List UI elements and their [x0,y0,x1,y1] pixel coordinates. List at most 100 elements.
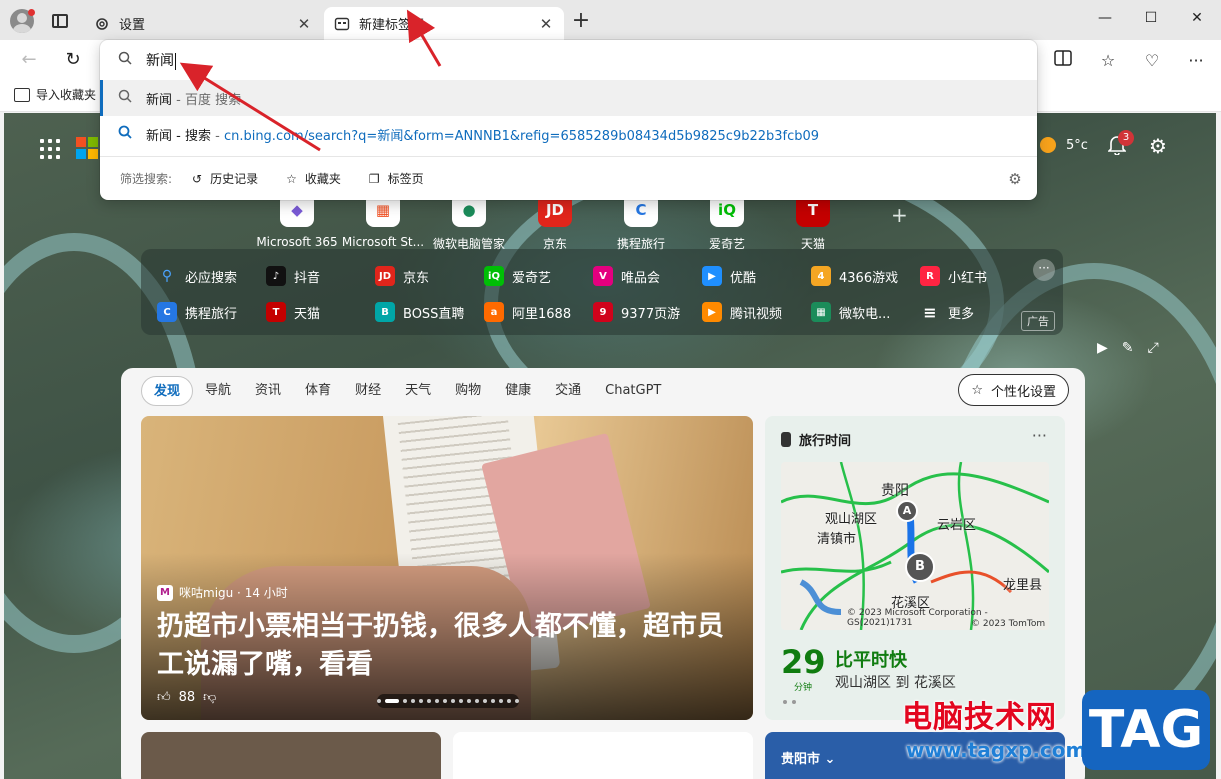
shortcut-item[interactable]: V 唯品会 [593,266,660,286]
travel-time-card[interactable]: 旅行时间 ··· 贵阳 观山湖区 云岩区 清镇市 龙里县 花溪区 A B © 2… [765,416,1065,720]
hero-news-card[interactable]: M 咪咕migu · 14 小时 扔超市小票相当于扔钱，很多人都不懂，超市员工说… [141,416,753,720]
tab-settings[interactable]: 设置 ✕ [84,7,322,40]
chevron-down-icon[interactable]: ⌄ [825,752,836,767]
back-button[interactable]: ← [17,48,41,72]
close-window-button[interactable]: ✕ [1174,6,1220,30]
shortcut-label: 9377页游 [621,306,681,322]
refresh-button[interactable]: ↻ [61,48,85,72]
close-icon[interactable]: ✕ [538,15,554,33]
reactions: 👍︎ 88 👎︎ [157,690,216,705]
news-card[interactable] [141,732,441,779]
news-card[interactable] [453,732,753,779]
shortcut-label: 天猫 [294,306,321,322]
search-settings-gear-icon[interactable]: ⚙ [1007,171,1023,187]
shortcut-item[interactable]: ⚲ 必应搜索 [157,266,237,286]
feed-tab-news[interactable]: 资讯 [243,376,293,406]
shortcut-item[interactable]: a 阿里1688 [484,302,571,322]
star-icon: ☆ [286,171,297,186]
shortcut-item[interactable]: T 天猫 [266,302,320,322]
shortcut-item[interactable]: R 小红书 [920,266,987,286]
trip-status: 比平时快 [835,650,907,671]
favorites-star-icon[interactable]: ☆ [1097,50,1119,72]
import-favorites-button[interactable]: 导入收藏夹 [14,86,96,103]
quick-link[interactable]: JD 京东 [512,193,598,252]
carousel-dots[interactable] [377,694,519,708]
close-icon[interactable]: ✕ [296,15,312,33]
minimize-button[interactable]: — [1082,6,1128,30]
weather-widget[interactable]: 5°c [1040,137,1088,153]
filter-tabs[interactable]: ❐ 标签页 [369,170,424,187]
shortcut-item[interactable]: B BOSS直聘 [375,302,464,322]
tab-new-tab[interactable]: 新建标签页 ✕ [324,7,564,40]
feed-tab-chatgpt[interactable]: ChatGPT [593,376,673,406]
feed-tab-health[interactable]: 健康 [493,376,543,406]
split-screen-icon[interactable] [1052,50,1074,72]
watermark-text: 电脑技术网 [902,700,1057,735]
tab-actions-icon[interactable] [52,14,68,28]
maximize-button[interactable]: ☐ [1128,6,1174,30]
feed-tab-discover[interactable]: 发现 [141,376,194,406]
add-quick-link-icon[interactable]: + [891,203,908,227]
shortcut-item[interactable]: ▶ 优酷 [702,266,756,286]
sparkle-star-icon: ☆ [971,382,983,398]
trip-minutes: 29 [781,643,826,681]
map-label: 观山湖区 [825,512,878,527]
quick-link[interactable]: C 携程旅行 [598,193,684,252]
shortcut-label: 优酷 [730,270,757,286]
address-bar-input[interactable]: 新闻 [100,40,1037,80]
filter-tabs-label: 标签页 [387,172,424,186]
filter-history-label: 历史记录 [210,172,259,186]
edit-background-icon[interactable]: ✎ [1122,340,1134,356]
shortcut-item[interactable]: ♪ 抖音 [266,266,320,286]
shortcut-item[interactable]: 4 4366游戏 [811,266,898,286]
shortcut-label: 更多 [948,306,975,322]
quick-link[interactable]: iQ 爱奇艺 [684,193,770,252]
feed-tab-finance[interactable]: 财经 [343,376,393,406]
filter-history[interactable]: ↺ 历史记录 [192,170,258,187]
feed-tab-shopping[interactable]: 购物 [443,376,493,406]
feed-tab-sports[interactable]: 体育 [293,376,343,406]
more-menu-icon: ≡ [923,302,937,322]
travel-card-header: 旅行时间 [781,430,851,449]
shortcut-item[interactable]: 9 9377页游 [593,302,680,322]
shortcut-item[interactable]: JD 京东 [375,266,429,286]
quick-link[interactable]: T 天猫 [770,193,856,252]
thumbs-down-icon[interactable]: 👎︎ [203,690,216,705]
shortcut-item[interactable]: C 携程旅行 [157,302,237,322]
personalize-button[interactable]: ☆ 个性化设置 [958,374,1069,406]
traffic-light-icon [781,432,791,447]
quick-link[interactable]: ◆ Microsoft 365 [254,193,340,252]
apps-launcher-icon[interactable] [40,139,60,159]
new-tab-button[interactable]: + [571,10,591,32]
feed-tab-navigation[interactable]: 导航 [193,376,243,406]
more-options-icon[interactable]: ··· [1032,426,1047,445]
suggestion-item[interactable]: 新闻 - 搜索 - cn.bing.com/search?q=新闻&form=A… [100,116,1037,152]
shortcut-item[interactable]: ▶ 腾讯视频 [702,302,782,322]
carousel-dots[interactable] [783,700,796,704]
shortcut-more-button[interactable]: ··· [1033,259,1055,281]
new-tab-page: 5°c 3 ⚙ ◆ Microsoft 365 ▦ Microsoft St..… [4,113,1216,779]
feed-tab-traffic[interactable]: 交通 [543,376,593,406]
search-icon [118,51,132,69]
browser-essentials-icon[interactable]: ♡ [1141,50,1163,72]
quick-link[interactable]: ▦ Microsoft St... [340,193,426,252]
page-settings-gear-icon[interactable]: ⚙ [1147,135,1169,157]
search-filter-bar: 筛选搜索: ↺ 历史记录 ☆ 收藏夹 ❐ 标签页 ⚙ [100,156,1037,200]
shortcut-item[interactable]: iQ 爱奇艺 [484,266,551,286]
expand-icon[interactable]: ⤢ [1148,340,1159,356]
suggestion-item[interactable]: 新闻 - 百度 搜索 [100,80,1037,116]
tab-label: 设置 [119,18,146,33]
folder-icon [14,87,30,102]
feed-tab-weather[interactable]: 天气 [393,376,443,406]
tab-label: 新建标签页 [359,18,425,33]
traffic-map[interactable]: 贵阳 观山湖区 云岩区 清镇市 龙里县 花溪区 A B © 2023 Micro… [781,462,1049,630]
shortcut-item[interactable]: ▦ 微软电... [811,302,890,322]
quick-link[interactable]: ● 微软电脑管家 [426,193,512,252]
news-headline[interactable]: 扔超市小票相当于扔钱，很多人都不懂，超市员工说漏了嘴，看看 [157,608,737,684]
shortcut-item[interactable]: ≡ 更多 [920,302,974,322]
microsoft-logo [76,137,98,159]
play-icon[interactable]: ▶ [1097,340,1108,356]
thumbs-up-icon[interactable]: 👍︎ [157,690,171,705]
more-options-icon[interactable]: ··· [1185,50,1207,72]
filter-favorites[interactable]: ☆ 收藏夹 [286,170,341,187]
